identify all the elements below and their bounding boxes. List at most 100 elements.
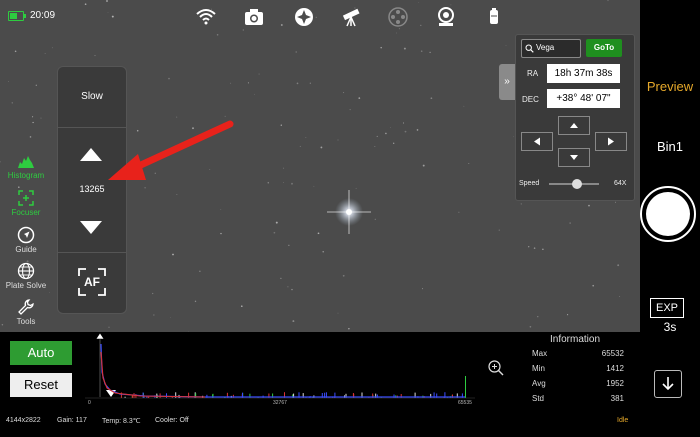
bin-button[interactable]: Bin1 bbox=[640, 139, 700, 154]
background-star bbox=[258, 73, 260, 75]
arrow-up-icon bbox=[570, 123, 578, 128]
focus-out-button[interactable] bbox=[80, 221, 102, 234]
background-star bbox=[588, 204, 590, 207]
histogram-curve-blue bbox=[100, 343, 465, 398]
background-star bbox=[343, 92, 345, 94]
background-star bbox=[240, 305, 243, 308]
background-star bbox=[380, 46, 382, 49]
guide-camera-icon[interactable] bbox=[435, 6, 457, 28]
reset-stretch-button[interactable]: Reset bbox=[10, 373, 72, 397]
background-star bbox=[385, 132, 387, 135]
sidebar-item-guide[interactable]: Guide bbox=[0, 226, 52, 254]
filter-wheel-icon[interactable] bbox=[387, 6, 409, 28]
background-star bbox=[498, 229, 500, 231]
slew-speed-knob[interactable] bbox=[571, 179, 582, 189]
download-button[interactable] bbox=[654, 370, 682, 398]
telescope-icon[interactable] bbox=[340, 6, 362, 28]
slew-south-button[interactable] bbox=[558, 148, 590, 167]
focus-in-button[interactable] bbox=[80, 148, 102, 161]
histogram-noise-bar bbox=[175, 392, 177, 398]
background-star bbox=[358, 97, 361, 99]
background-star bbox=[567, 314, 569, 316]
wifi-icon[interactable] bbox=[195, 6, 217, 28]
background-star bbox=[337, 139, 339, 141]
background-star bbox=[520, 203, 522, 205]
slew-east-button[interactable] bbox=[595, 132, 627, 151]
dec-value: +38° 48' 07" bbox=[547, 89, 620, 108]
slew-north-button[interactable] bbox=[558, 116, 590, 135]
background-star bbox=[280, 124, 282, 126]
background-star bbox=[283, 167, 285, 169]
background-star bbox=[170, 317, 171, 318]
background-star bbox=[420, 50, 423, 52]
background-star bbox=[29, 136, 32, 138]
background-star bbox=[32, 116, 34, 118]
battery-icon bbox=[8, 11, 26, 21]
goto-panel-collapse-button[interactable]: » bbox=[499, 64, 515, 100]
background-star bbox=[288, 244, 290, 246]
info-label: Max bbox=[532, 349, 548, 358]
background-star bbox=[32, 121, 34, 124]
sidebar-item-label: Tools bbox=[16, 317, 36, 326]
background-star bbox=[393, 142, 395, 144]
background-star bbox=[247, 82, 249, 84]
background-star bbox=[416, 129, 419, 131]
background-star bbox=[224, 115, 226, 117]
sidebar-item-focuser[interactable]: Focuser bbox=[0, 189, 52, 217]
annotation-arrow bbox=[108, 120, 234, 180]
background-star bbox=[404, 130, 407, 133]
target-search-input[interactable]: Vega bbox=[521, 39, 581, 58]
background-star bbox=[152, 292, 154, 295]
info-label: Avg bbox=[532, 379, 546, 388]
background-star bbox=[317, 232, 320, 235]
background-star bbox=[267, 181, 270, 184]
focuser-icon bbox=[18, 190, 34, 206]
background-star bbox=[291, 288, 293, 291]
preview-mode-button[interactable]: Preview bbox=[640, 79, 700, 94]
autofocus-button[interactable]: AF bbox=[58, 253, 126, 313]
background-star bbox=[18, 186, 20, 188]
background-star bbox=[374, 218, 376, 221]
background-star bbox=[94, 55, 96, 57]
background-star bbox=[153, 314, 155, 316]
background-star bbox=[44, 53, 46, 54]
sidebar-item-label: Guide bbox=[15, 245, 37, 254]
background-star bbox=[348, 327, 350, 330]
sidebar-item-tools[interactable]: Tools bbox=[0, 298, 52, 326]
background-star bbox=[291, 182, 293, 185]
background-star bbox=[199, 270, 201, 272]
camera-icon[interactable] bbox=[243, 6, 265, 28]
background-star bbox=[617, 264, 620, 267]
info-value: 1412 bbox=[606, 364, 624, 373]
background-star bbox=[537, 316, 539, 318]
shutter-button[interactable] bbox=[640, 186, 696, 242]
mount-icon[interactable] bbox=[293, 6, 315, 28]
clock: 20:09 bbox=[30, 10, 56, 21]
auto-stretch-button[interactable]: Auto bbox=[10, 341, 72, 365]
histogram-saturation-spike bbox=[465, 376, 466, 398]
background-star bbox=[468, 162, 470, 164]
background-star bbox=[176, 194, 178, 195]
background-star bbox=[313, 185, 315, 187]
black-point-handle bbox=[95, 332, 105, 340]
background-star bbox=[299, 145, 301, 147]
info-value: 381 bbox=[610, 394, 624, 403]
background-star bbox=[320, 146, 323, 149]
zoom-in-icon[interactable] bbox=[487, 359, 505, 377]
focuser-device-icon[interactable] bbox=[483, 6, 505, 28]
sidebar-item-histogram[interactable]: Histogram bbox=[0, 152, 52, 180]
goto-button[interactable]: GoTo bbox=[586, 39, 622, 57]
sidebar-item-label: Histogram bbox=[7, 171, 45, 180]
background-star bbox=[529, 325, 532, 328]
guide-icon bbox=[17, 226, 35, 244]
slew-west-button[interactable] bbox=[521, 132, 553, 151]
exposure-button[interactable]: EXP bbox=[650, 298, 684, 318]
info-value: 1952 bbox=[606, 379, 624, 388]
histogram-noise-bar bbox=[166, 393, 167, 398]
background-star bbox=[390, 127, 391, 128]
histogram-plot[interactable]: 0 32767 65535 bbox=[85, 332, 480, 408]
background-star bbox=[280, 277, 282, 280]
sidebar-item-plate-solve[interactable]: Plate Solve bbox=[0, 262, 52, 290]
background-star bbox=[528, 246, 530, 248]
background-star bbox=[8, 81, 9, 82]
